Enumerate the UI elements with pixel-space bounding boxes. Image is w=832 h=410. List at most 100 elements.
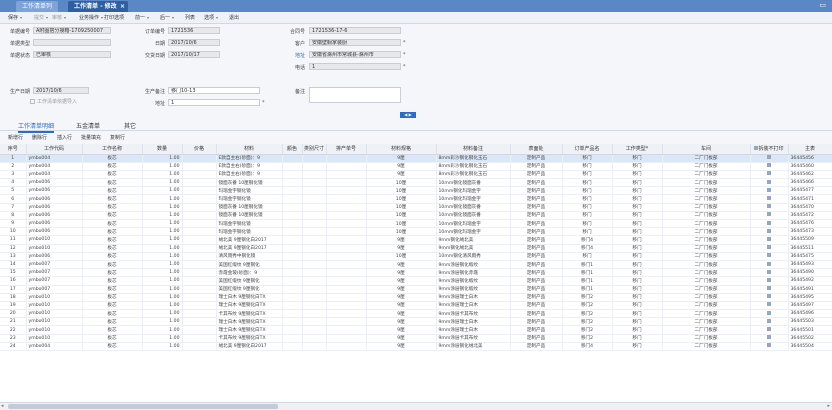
table-cell[interactable]: 5 [0,186,27,196]
table-cell[interactable]: 移门2 [562,334,613,343]
table-cell[interactable]: 二厂门板部 [662,309,751,319]
table-cell[interactable]: 定制产品 [510,325,563,335]
table-cell[interactable]: 二厂门板部 [662,235,751,245]
table-cell[interactable]: 定制产品 [510,203,563,212]
table-cell[interactable] [750,342,789,352]
doc-type-field[interactable] [33,39,111,46]
order-no-field[interactable]: 1721536 [168,27,220,34]
table-cell[interactable]: 移门1 [562,268,613,278]
table-cell[interactable]: 36445462 [788,170,832,180]
table-cell[interactable] [282,211,303,221]
table-cell[interactable]: 36445477 [788,186,832,196]
table-cell[interactable] [750,170,789,180]
table-cell[interactable]: 8 [0,211,27,221]
table-cell[interactable] [302,194,327,204]
table-cell[interactable] [282,162,303,171]
table-cell[interactable] [302,162,327,171]
table-cell[interactable] [282,227,303,237]
table-cell[interactable]: 10mm钢化镜面灰番 [436,211,511,221]
no-print-checkbox[interactable] [767,179,771,184]
table-cell[interactable] [326,260,367,270]
table-row[interactable]: 5 ymbo006 板芯 1.00 玛瑙金字钢化镜 10厘 10mm钢化玛瑙金字 定制产品 移门… [0,186,832,196]
table-cell[interactable] [282,285,303,294]
table-cell[interactable]: 1.00 [142,194,183,204]
no-print-checkbox[interactable] [767,236,771,241]
table-cell[interactable]: 移门 [562,227,613,237]
table-cell[interactable]: 定制产品 [510,342,563,352]
table-cell[interactable]: 16 [0,276,27,286]
table-cell[interactable]: 板芯 [82,276,143,286]
table-cell[interactable]: 10厘 [366,227,437,237]
table-row[interactable]: 6 ymbo006 板芯 1.00 玛瑙金字钢化镜 10厘 10mm钢化玛瑙金字 定制产品 移门… [0,194,832,204]
table-cell[interactable]: 36445509 [788,235,832,245]
table-cell[interactable]: ymbo004 [26,154,83,163]
toolbar-button[interactable]: 选项 ▾ [204,13,218,23]
table-cell[interactable] [302,203,327,212]
table-cell[interactable]: ymbo006 [26,186,83,196]
table-cell[interactable]: 移门 [562,252,613,261]
table-cell[interactable]: 36445502 [788,334,832,343]
table-row[interactable]: 16 ymbo007 板芯 1.00 美国红缎纹 9厘钢化 9厘 9mm涂层钢化缎纹 定制产品… [0,276,832,286]
column-header[interactable]: 材料规格 [366,144,437,155]
table-cell[interactable]: 21 [0,317,27,327]
import-checkbox[interactable]: 工作清单依据导入 [30,98,77,105]
table-cell[interactable] [302,342,327,352]
table-cell[interactable] [182,162,217,171]
table-cell[interactable] [750,211,789,221]
table-cell[interactable]: 移门2 [562,325,613,335]
tab-hardware-list[interactable]: 五金清单 [76,121,100,130]
table-cell[interactable]: E款自主右(砂面)：9 [216,170,283,180]
table-cell[interactable]: 9mm钢化绒北美 [436,235,511,245]
table-cell[interactable]: 36445496 [788,309,832,319]
table-cell[interactable]: 1.00 [142,309,183,319]
column-header[interactable]: 数量 [142,144,183,155]
table-cell[interactable]: 板芯 [82,219,143,229]
table-cell[interactable]: 板芯 [82,268,143,278]
table-cell[interactable] [182,211,217,221]
table-cell[interactable]: 板芯 [82,154,143,163]
table-cell[interactable]: 9厘 [366,276,437,286]
table-cell[interactable]: 36445492 [788,276,832,286]
table-cell[interactable]: 板芯 [82,325,143,335]
table-cell[interactable]: 1.00 [142,268,183,278]
table-row[interactable]: 1 ymbo004 板芯 1.00 E款自主右(砂面)：9 9厘 8mm彩沙钢化钢化玉石 定制… [0,154,832,163]
table-cell[interactable]: 36445466 [788,178,832,188]
table-cell[interactable]: 移门2 [562,317,613,327]
table-cell[interactable]: 9厘 [366,325,437,335]
table-cell[interactable]: 移门 [562,186,613,196]
table-cell[interactable]: 二厂门板部 [662,301,751,311]
table-cell[interactable]: 9mm涂层瑞士白木 [436,293,511,302]
table-cell[interactable]: 移门 [612,203,663,212]
table-cell[interactable]: 15 [0,268,27,278]
table-cell[interactable]: 10厘 [366,186,437,196]
table-cell[interactable] [182,309,217,319]
table-cell[interactable] [302,325,327,335]
table-cell[interactable]: 10厘 [366,194,437,204]
no-print-checkbox[interactable] [767,286,771,291]
table-cell[interactable] [326,293,367,302]
table-cell[interactable]: 美国红缎纹 9厘钢化 [216,260,283,270]
table-cell[interactable]: 瑞士白木 9厘钢化白TX [216,301,283,311]
table-cell[interactable]: 移门 [612,194,663,204]
table-cell[interactable]: 板芯 [82,317,143,327]
table-cell[interactable]: 9厘 [366,260,437,270]
table-cell[interactable]: 卡其布纹 9厘钢化白TX [216,334,283,343]
table-row[interactable]: 3 ymbo004 板芯 1.00 E款自主右(砂面)：9 9厘 8mm彩沙钢化钢化玉石 定制… [0,170,832,180]
table-cell[interactable]: ymbo006 [26,252,83,261]
table-cell[interactable]: 二厂门板部 [662,252,751,261]
no-print-checkbox[interactable] [767,302,771,307]
tab-work-detail[interactable]: 工作清单明细 [18,121,55,133]
table-cell[interactable]: 1.00 [142,170,183,180]
toolbar-button[interactable]: 列表 [185,13,195,23]
table-cell[interactable]: 玛瑙金字钢化镜 [216,186,283,196]
table-cell[interactable]: 1.00 [142,334,183,343]
customer-field[interactable]: 安徽壁橱家装厨 [309,39,401,46]
table-cell[interactable] [302,227,327,237]
table-cell[interactable] [750,178,789,188]
table-cell[interactable]: 3 [0,170,27,180]
table-cell[interactable]: 9 [0,219,27,229]
table-cell[interactable] [282,186,303,196]
table-cell[interactable]: 36445471 [788,194,832,204]
table-cell[interactable] [302,334,327,343]
table-cell[interactable]: 定制产品 [510,334,563,343]
